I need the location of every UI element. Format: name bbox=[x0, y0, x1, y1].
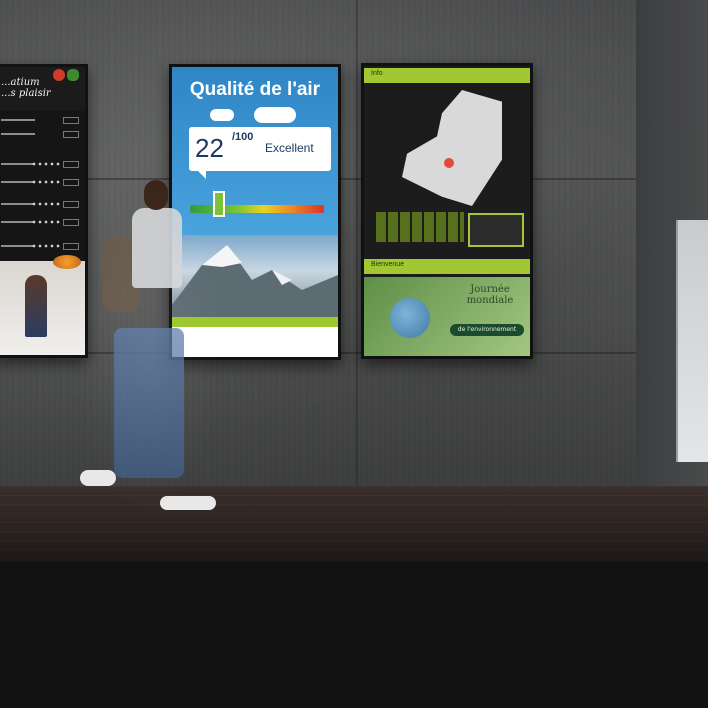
doorway bbox=[676, 220, 708, 462]
thumbnail bbox=[468, 213, 524, 247]
event-title-line-3: de l'environnement bbox=[457, 326, 517, 333]
top-bar-label: Info bbox=[371, 70, 383, 77]
score-bubble: 22 /100 Excellent bbox=[189, 127, 331, 171]
location-pin-icon bbox=[444, 158, 454, 168]
scene: ...atium ...s plaisir Qualité de l'air 2… bbox=[0, 0, 708, 708]
event-title-line-1: Journée bbox=[470, 284, 510, 295]
menu-photo bbox=[0, 255, 85, 355]
globe-icon bbox=[390, 298, 430, 338]
cloud-icon bbox=[254, 107, 296, 123]
menu-row bbox=[1, 161, 79, 168]
menu-title: ...atium ...s plaisir bbox=[1, 77, 51, 99]
top-bar: Info bbox=[364, 68, 530, 83]
menu-row bbox=[1, 243, 79, 250]
air-score-scale: /100 bbox=[232, 131, 254, 143]
bottom-bar-label: Bienvenue bbox=[371, 261, 405, 268]
map-display: Info Bienvenue Journée mondiale de l'env… bbox=[361, 63, 533, 359]
menu-row bbox=[1, 179, 79, 186]
wall-seam bbox=[356, 0, 358, 486]
menu-row bbox=[1, 219, 79, 226]
menu-header: ...atium ...s plaisir bbox=[0, 67, 85, 111]
menu-row bbox=[1, 117, 79, 124]
menu-row bbox=[1, 131, 79, 138]
motion-blur bbox=[74, 178, 224, 518]
event-subtitle-pill: de l'environnement bbox=[450, 324, 524, 336]
menu-row bbox=[1, 201, 79, 208]
leaf-icon bbox=[67, 69, 79, 81]
walking-person bbox=[74, 178, 224, 518]
event-title: Journée mondiale bbox=[452, 284, 528, 306]
air-status: Excellent bbox=[265, 141, 314, 155]
bottom-bar: Bienvenue bbox=[364, 259, 530, 274]
air-quality-title: Qualité de l'air bbox=[189, 79, 321, 100]
bottom-band bbox=[0, 562, 708, 708]
air-score: 22 bbox=[195, 133, 224, 163]
cloud-icon bbox=[210, 109, 234, 121]
floor-plan bbox=[402, 90, 502, 206]
menu-title-line-2: ...s plaisir bbox=[1, 88, 51, 99]
chef-figure bbox=[25, 275, 47, 337]
event-title-line-2: mondiale bbox=[466, 295, 514, 306]
berry-icon bbox=[53, 69, 65, 81]
menu-title-line-1: ...atium bbox=[1, 77, 40, 88]
room-grid bbox=[376, 212, 464, 242]
